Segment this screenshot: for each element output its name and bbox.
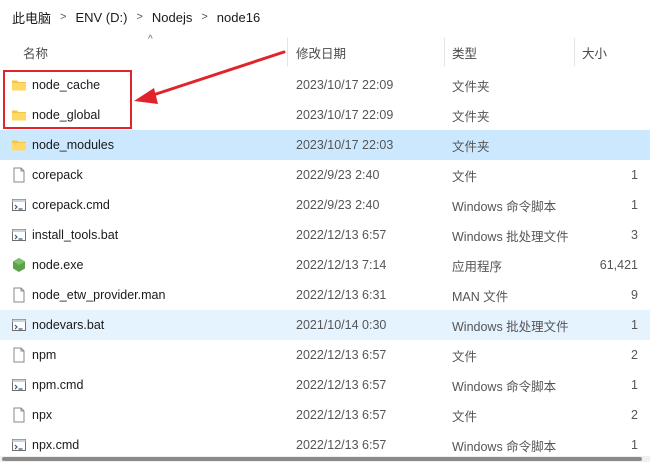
breadcrumb-label[interactable]: node16 [215,10,262,25]
breadcrumb-item-drive[interactable]: ENV (D:) [73,10,129,25]
file-row[interactable]: node_etw_provider.man 2022/12/13 6:31 MAN … [0,280,650,310]
file-modified-date: 2022/9/23 2:40 [296,198,380,212]
file-type: 文件夹 [452,79,490,94]
column-divider[interactable] [574,38,575,66]
file-type: 文件夹 [452,139,490,154]
column-header-label: 大小 [582,46,608,61]
scrollbar-thumb[interactable] [2,457,642,461]
column-divider[interactable] [287,38,288,66]
file-size: 1 [631,168,638,182]
file-type: 文件夹 [452,109,490,124]
file-row[interactable]: node_modules 2023/10/17 22:03 文件夹 [0,130,650,160]
file-modified-date: 2023/10/17 22:09 [296,78,394,92]
file-size: 61,421 [599,258,638,272]
file-type: 文件 [452,349,478,364]
column-header-date[interactable]: 修改日期 [296,34,346,70]
column-header-label: 名称 [23,46,49,61]
file-name: corepack [32,168,83,182]
script-icon [11,227,27,243]
file-name: node.exe [32,258,84,272]
file-row[interactable]: install_tools.bat 2022/12/13 6:57 Windows … [0,220,650,250]
file-name: install_tools.bat [32,228,119,242]
file-name: nodevars.bat [32,318,105,332]
file-icon [11,287,27,303]
file-modified-date: 2022/12/13 7:14 [296,258,387,272]
file-type: 应用程序 [452,259,503,274]
file-icon [11,167,27,183]
file-row[interactable]: corepack 2022/9/23 2:40 文件 1 [0,160,650,190]
breadcrumb: 此电脑 > ENV (D:) > Nodejs > node16 [0,0,650,34]
column-header-label: 类型 [452,46,478,61]
chevron-right-icon: > [136,11,143,23]
file-name: npm.cmd [32,378,84,392]
file-size: 9 [631,288,638,302]
breadcrumb-item-this-pc[interactable]: 此电脑 [10,8,53,27]
column-header-size[interactable]: 大小 [582,34,607,70]
breadcrumb-label[interactable]: 此电脑 [10,8,53,27]
node-exe-icon [11,257,27,273]
breadcrumb-item-nodejs[interactable]: Nodejs [150,10,194,25]
file-modified-date: 2023/10/17 22:09 [296,108,394,122]
file-modified-date: 2022/12/13 6:57 [296,228,387,242]
column-divider[interactable] [444,38,445,66]
column-header: ^ 名称 修改日期 类型 大小 [0,34,650,70]
file-name: corepack.cmd [32,198,110,212]
file-size: 1 [631,198,638,212]
file-modified-date: 2022/12/13 6:57 [296,408,387,422]
breadcrumb-label[interactable]: ENV (D:) [73,10,129,25]
file-size: 1 [631,378,638,392]
annotation-highlight-box [3,70,132,129]
script-icon [11,377,27,393]
file-name: node_etw_provider.man [32,288,166,302]
folder-icon [11,137,27,153]
file-size: 3 [631,228,638,242]
file-size: 1 [631,318,638,332]
file-modified-date: 2023/10/17 22:03 [296,138,394,152]
column-header-label: 修改日期 [296,46,347,61]
script-icon [11,317,27,333]
file-size: 2 [631,408,638,422]
script-icon [11,437,27,453]
breadcrumb-item-node16[interactable]: node16 [215,10,262,25]
file-icon [11,347,27,363]
file-name: node_modules [32,138,115,152]
file-size: 2 [631,348,638,362]
file-type: Windows 批处理文件 [452,319,569,334]
sort-ascending-icon: ^ [148,34,153,45]
column-header-type[interactable]: 类型 [452,34,477,70]
file-row[interactable]: corepack.cmd 2022/9/23 2:40 Windows 命令脚本 1 [0,190,650,220]
file-row[interactable]: npm.cmd 2022/12/13 6:57 Windows 命令脚本 1 [0,370,650,400]
script-icon [11,197,27,213]
column-header-name[interactable]: 名称 [23,34,48,70]
file-modified-date: 2021/10/14 0:30 [296,318,387,332]
file-row[interactable]: npm 2022/12/13 6:57 文件 2 [0,340,650,370]
file-row[interactable]: npx 2022/12/13 6:57 文件 2 [0,400,650,430]
file-type: Windows 批处理文件 [452,229,569,244]
file-row[interactable]: nodevars.bat 2021/10/14 0:30 Windows 批处理文件… [0,310,650,340]
file-type: MAN 文件 [452,289,509,304]
chevron-right-icon: > [201,11,208,23]
file-modified-date: 2022/12/13 6:57 [296,378,387,392]
file-name: npx [32,408,53,422]
file-modified-date: 2022/12/13 6:57 [296,348,387,362]
file-modified-date: 2022/12/13 6:31 [296,288,387,302]
file-icon [11,407,27,423]
breadcrumb-label[interactable]: Nodejs [150,10,194,25]
file-type: Windows 命令脚本 [452,379,557,394]
file-type: 文件 [452,409,478,424]
horizontal-scrollbar[interactable] [0,456,650,462]
chevron-right-icon: > [60,11,67,23]
file-type: Windows 命令脚本 [452,199,557,214]
file-modified-date: 2022/9/23 2:40 [296,168,380,182]
file-name: npm [32,348,57,362]
file-row[interactable]: node.exe 2022/12/13 7:14 应用程序 61,421 [0,250,650,280]
file-type: 文件 [452,169,478,184]
